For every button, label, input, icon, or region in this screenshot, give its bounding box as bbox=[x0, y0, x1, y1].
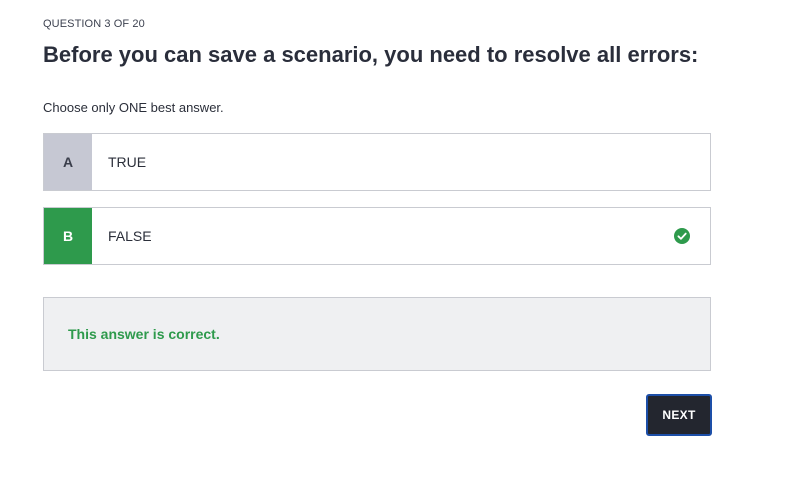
option-letter-b: B bbox=[44, 208, 92, 264]
answer-option-a[interactable]: A TRUE bbox=[43, 133, 711, 191]
check-circle-icon bbox=[674, 228, 690, 244]
option-text-a: TRUE bbox=[108, 154, 147, 170]
option-letter-a: A bbox=[44, 134, 92, 190]
answer-option-b[interactable]: B FALSE bbox=[43, 207, 711, 265]
feedback-panel: This answer is correct. bbox=[43, 297, 711, 371]
answer-instruction: Choose only ONE best answer. bbox=[43, 100, 224, 115]
question-title: Before you can save a scenario, you need… bbox=[43, 42, 699, 67]
option-text-b: FALSE bbox=[108, 228, 152, 244]
next-button[interactable]: NEXT bbox=[646, 394, 712, 436]
feedback-message: This answer is correct. bbox=[68, 326, 220, 342]
question-counter: QUESTION 3 OF 20 bbox=[43, 18, 145, 30]
